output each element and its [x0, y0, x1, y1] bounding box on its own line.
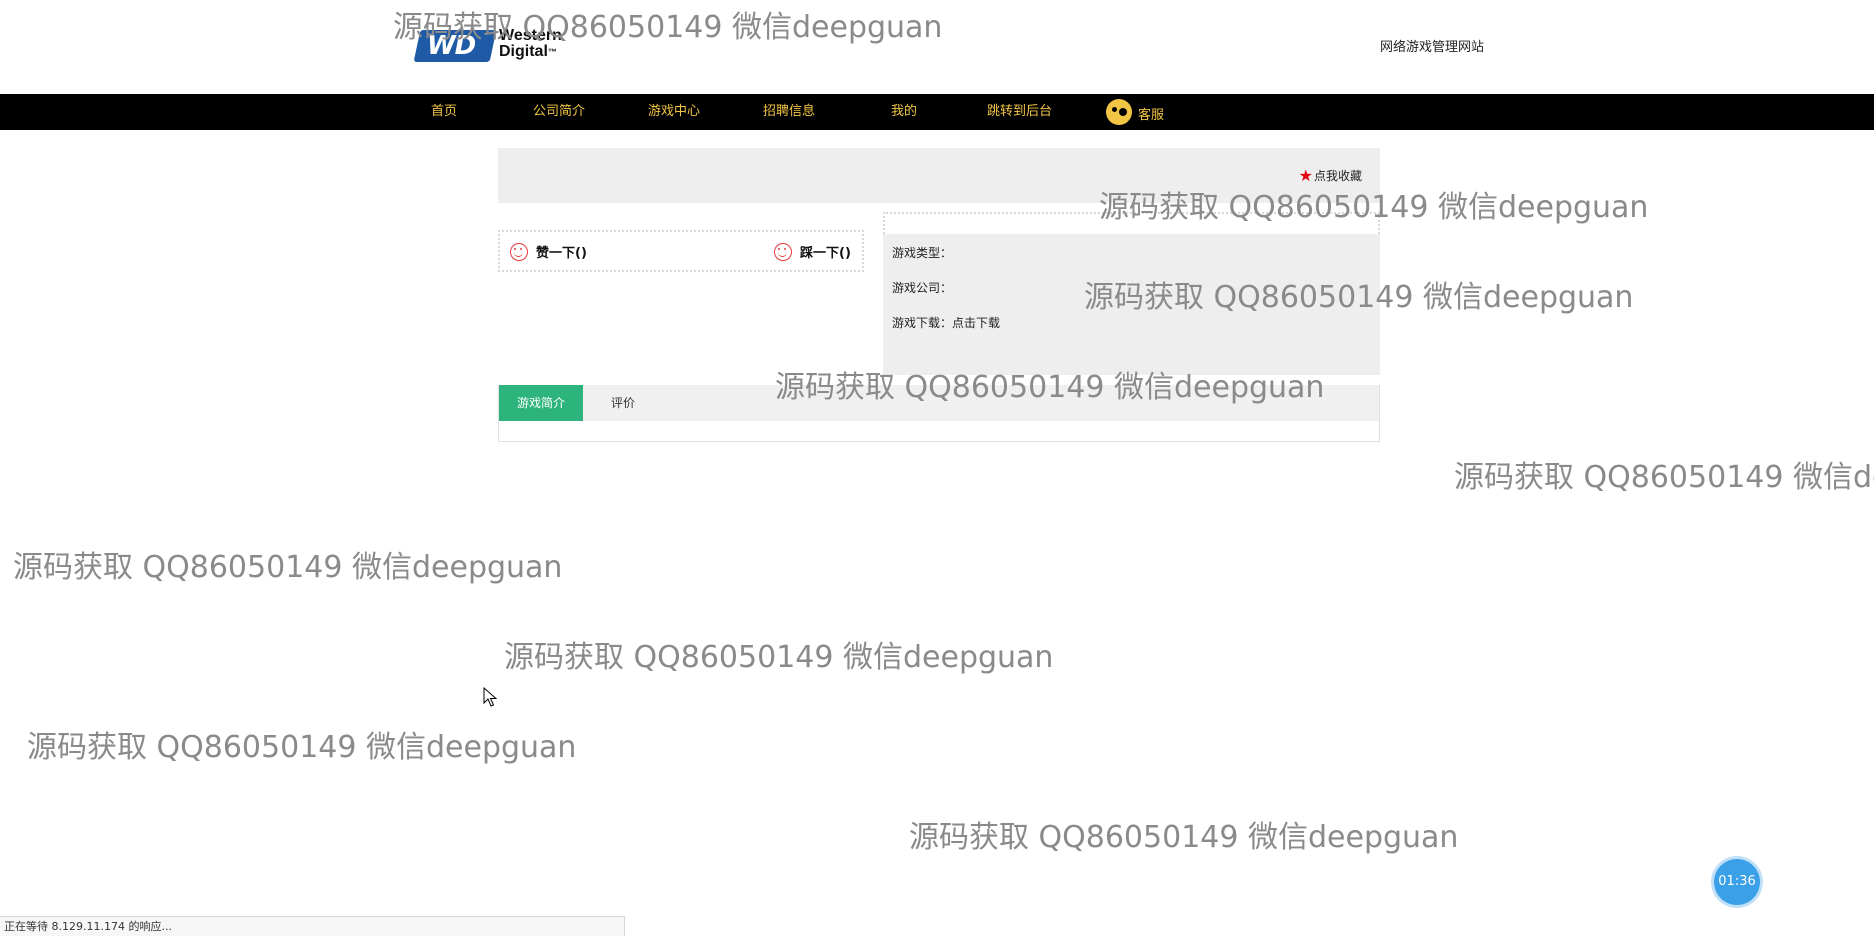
like-button[interactable]: 赞一下() [510, 242, 587, 261]
watermark-text: 源码获取 QQ86050149 微信deepguan [13, 550, 563, 585]
nav-item-admin[interactable]: 跳转到后台 [987, 94, 1052, 130]
tab-game-intro[interactable]: 游戏简介 [499, 385, 583, 421]
game-company-label: 游戏公司： [892, 281, 953, 295]
mouse-pointer-icon [483, 687, 497, 707]
logo-trademark: ™ [547, 47, 557, 57]
nav-item-mine[interactable]: 我的 [891, 94, 917, 130]
tab-reviews[interactable]: 评价 [603, 385, 643, 421]
nav-item-customer-service[interactable]: 客服 [1138, 98, 1164, 134]
watermark-text: 源码获取 QQ86050149 微信deepguan [1454, 460, 1874, 495]
vote-box: 赞一下() 踩一下() [498, 230, 864, 272]
dislike-label: 踩一下() [800, 246, 851, 261]
nav-item-games[interactable]: 游戏中心 [648, 94, 700, 130]
watermark-text: 源码获取 QQ86050149 微信deepguan [504, 640, 1054, 675]
main-nav: 首页 公司简介 游戏中心 招聘信息 我的 跳转到后台 客服 [0, 94, 1874, 130]
download-link[interactable]: 点击下载 [952, 316, 1000, 330]
favorite-label: 点我收藏 [1313, 169, 1362, 183]
site-title: 网络游戏管理网站 [1380, 40, 1485, 55]
smiley-icon [510, 243, 528, 261]
game-download-label: 游戏下载： [892, 316, 953, 330]
watermark-text: 源码获取 QQ86050149 微信deepguan [775, 370, 1325, 405]
game-type-label: 游戏类型： [892, 246, 953, 260]
game-download-row: 游戏下载：点击下载 [892, 314, 1000, 331]
watermark-text: 源码获取 QQ86050149 微信deepguan [909, 820, 1459, 855]
dislike-button[interactable]: 踩一下() [774, 242, 851, 261]
customer-service-icon[interactable] [1106, 99, 1132, 125]
nav-item-company[interactable]: 公司简介 [533, 94, 585, 130]
watermark-text: 源码获取 QQ86050149 微信deepguan [1099, 190, 1649, 225]
smiley-icon [774, 243, 792, 261]
browser-status-bar: 正在等待 8.129.11.174 的响应... [0, 916, 625, 936]
watermark-text: 源码获取 QQ86050149 微信deepguan [393, 10, 943, 45]
timer-bubble[interactable]: 01:36 [1714, 859, 1760, 905]
nav-item-jobs[interactable]: 招聘信息 [763, 94, 815, 130]
nav-item-home[interactable]: 首页 [431, 94, 457, 130]
watermark-text: 源码获取 QQ86050149 微信deepguan [1084, 280, 1634, 315]
page: WD Western Digital™ 网络游戏管理网站 首页 公司简介 游戏中… [0, 0, 1874, 936]
watermark-text: 源码获取 QQ86050149 微信deepguan [27, 730, 577, 765]
like-label: 赞一下() [536, 246, 587, 261]
